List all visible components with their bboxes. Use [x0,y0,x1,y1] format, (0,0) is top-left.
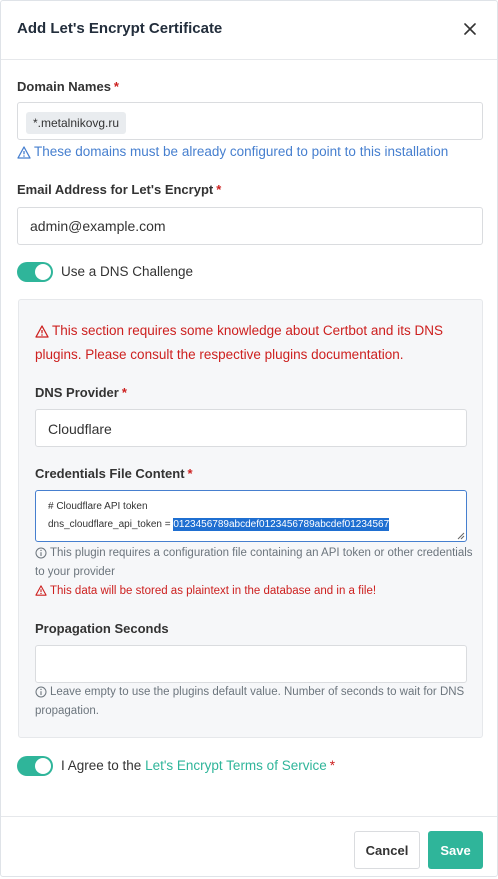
credentials-line-2: dns_cloudflare_api_token = 0123456789abc… [48,518,390,531]
agree-tos-toggle[interactable] [17,756,53,776]
dialog-title: Add Let's Encrypt Certificate [17,20,223,37]
dns-warning: This section requires some knowledge abo… [35,323,443,362]
info-circle-icon [35,686,47,698]
close-icon [464,23,476,35]
agree-tos-label: I Agree to the Let's Encrypt Terms of Se… [61,758,335,773]
selected-token-text: 0123456789abcdef0123456789abcdef01234567 [173,518,390,531]
propagation-seconds-input[interactable] [35,645,467,683]
certificate-dialog: Add Let's Encrypt Certificate Domain Nam… [0,0,498,877]
dns-provider-label: DNS Provider * [35,385,127,400]
credentials-label: Credentials File Content * [35,466,193,481]
save-button[interactable]: Save [428,831,483,869]
dialog-header: Add Let's Encrypt Certificate [1,1,497,60]
dialog-footer [1,816,497,879]
email-label: Email Address for Let's Encrypt * [17,182,222,197]
dns-challenge-toggle[interactable] [17,262,53,282]
credentials-warning: This data will be stored as plaintext in… [35,585,376,597]
dns-challenge-label: Use a DNS Challenge [61,264,194,279]
domain-names-label: Domain Names * [17,79,119,94]
domain-names-input[interactable]: *.metalnikovg.ru [17,102,483,140]
domain-hint: These domains must be already configured… [17,144,448,159]
credentials-textarea[interactable]: # Cloudflare API token dns_cloudflare_ap… [35,490,467,542]
propagation-hint: Leave empty to use the plugins default v… [35,686,465,717]
toggle-knob [35,264,51,280]
info-circle-icon [35,547,47,559]
credentials-hint: This plugin requires a configuration fil… [35,547,473,578]
cancel-button[interactable]: Cancel [354,831,420,869]
resize-handle-icon[interactable] [457,532,465,540]
warning-triangle-icon [35,585,47,597]
warning-triangle-icon [35,325,49,338]
email-input[interactable]: admin@example.com [17,207,483,245]
warning-triangle-icon [17,146,31,159]
email-value: admin@example.com [30,218,166,234]
credentials-line-1: # Cloudflare API token [48,501,148,512]
close-button[interactable] [459,15,481,43]
terms-of-service-link[interactable]: Let's Encrypt Terms of Service [145,758,327,773]
domain-tag[interactable]: *.metalnikovg.ru [26,112,127,134]
dns-provider-select[interactable]: Cloudflare [35,409,467,447]
toggle-knob [35,758,51,774]
dns-provider-value: Cloudflare [48,421,112,437]
propagation-label: Propagation Seconds [35,621,169,636]
